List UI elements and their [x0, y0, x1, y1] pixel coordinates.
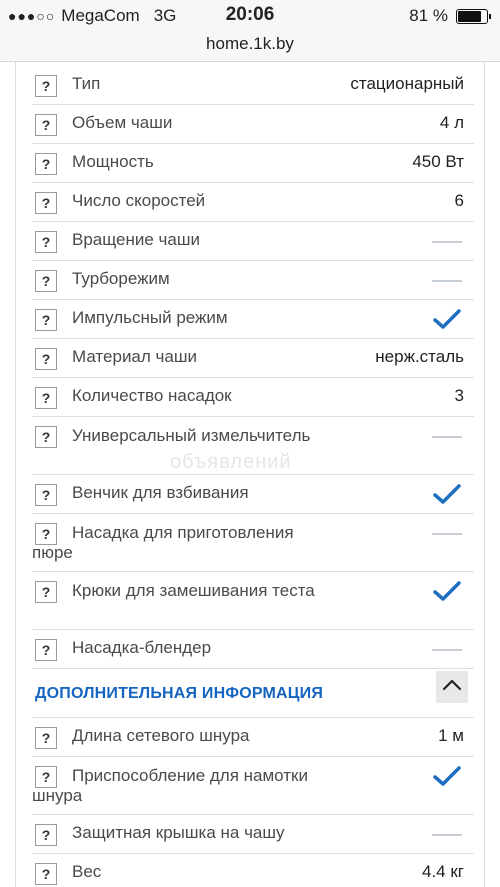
help-button[interactable]: ?	[35, 153, 57, 175]
address-bar[interactable]: home.1k.by	[0, 30, 500, 62]
help-button[interactable]: ?	[35, 727, 57, 749]
help-button[interactable]: ?	[35, 824, 57, 846]
spec-row: ? Материал чаши нерж.сталь	[32, 339, 474, 378]
spec-row: ? Венчик для взбивания	[32, 475, 474, 514]
spec-label: Тип	[72, 74, 101, 93]
help-button[interactable]: ?	[35, 231, 57, 253]
spec-label: Вращение чаши	[72, 230, 201, 249]
spec-label: Турборежим	[72, 269, 170, 288]
spec-label: Насадка-блендер	[72, 638, 212, 657]
spec-value: стационарный	[350, 74, 464, 93]
spec-label: Вес	[72, 862, 102, 881]
chevron-up-icon	[442, 679, 462, 691]
checkmark-icon	[433, 484, 461, 504]
section-header: ДОПОЛНИТЕЛЬНАЯ ИНФОРМАЦИЯ	[32, 669, 474, 718]
checkmark-icon	[433, 309, 461, 329]
spec-label: Число скоростей	[72, 191, 206, 210]
spec-label: Универсальный измельчитель	[72, 426, 311, 445]
right-border	[484, 62, 485, 887]
dash-icon	[432, 834, 462, 836]
spec-value: нерж.сталь	[375, 347, 464, 366]
spec-label: Насадка для приготовления пюре	[32, 523, 294, 562]
spec-label: Длина сетевого шнура	[72, 726, 250, 745]
spec-row: ? Мощность 450 Вт	[32, 144, 474, 183]
spec-value: 1 м	[438, 726, 464, 745]
help-button[interactable]: ?	[35, 639, 57, 661]
battery-icon	[456, 8, 491, 24]
help-button[interactable]: ?	[35, 270, 57, 292]
help-button[interactable]: ?	[35, 348, 57, 370]
help-button[interactable]: ?	[35, 114, 57, 136]
help-button[interactable]: ?	[35, 309, 57, 331]
spec-value: 3	[454, 386, 464, 405]
dash-icon	[432, 436, 462, 438]
help-button[interactable]: ?	[35, 75, 57, 97]
help-button[interactable]: ?	[35, 484, 57, 506]
status-right: 81 %	[409, 6, 491, 26]
battery-fill	[458, 10, 481, 22]
spec-row: ? Число скоростей 6	[32, 183, 474, 222]
spec-label: Венчик для взбивания	[72, 483, 249, 502]
dash-icon	[432, 533, 462, 535]
spec-label: Крюки для замешивания теста	[72, 581, 315, 600]
spec-label: Импульсный режим	[72, 308, 228, 327]
help-button[interactable]: ?	[35, 863, 57, 885]
spec-value: 450 Вт	[412, 152, 464, 171]
status-bar: ●●●○○ MegaCom 3G 20:06 81 %	[0, 0, 500, 30]
spec-row: ? Вращение чаши	[32, 222, 474, 261]
spec-value: 4.4 кг	[422, 862, 464, 881]
spec-row: ? Приспособление для намотки шнура	[32, 757, 474, 815]
spec-value: 6	[454, 191, 464, 210]
spec-list: ? Тип стационарный? Объем чаши 4 л? Мощность 4…	[32, 66, 474, 887]
page-content: объявлений ? Тип стационарный? Объем чаши 4 …	[0, 62, 500, 887]
checkmark-icon	[433, 766, 461, 786]
spec-row: ? Насадка-блендер	[32, 630, 474, 669]
section-title: ДОПОЛНИТЕЛЬНАЯ ИНФОРМАЦИЯ	[35, 685, 324, 702]
dash-icon	[432, 241, 462, 243]
spec-row: ? Объем чаши 4 л	[32, 105, 474, 144]
help-button[interactable]: ?	[35, 387, 57, 409]
collapse-section-button[interactable]	[436, 671, 468, 703]
spec-label: Объем чаши	[72, 113, 173, 132]
spec-row: ? Защитная крышка на чашу	[32, 815, 474, 854]
spec-row: ? Крюки для замешивания теста	[32, 572, 474, 630]
spec-value: 4 л	[439, 113, 464, 132]
spec-row: ? Универсальный измельчитель	[32, 417, 474, 475]
spec-label: Приспособление для намотки шнура	[32, 766, 308, 805]
checkmark-icon	[433, 581, 461, 601]
spec-row: ? Длина сетевого шнура 1 м	[32, 718, 474, 757]
spec-row: ? Насадка для приготовления пюре	[32, 514, 474, 572]
dash-icon	[432, 280, 462, 282]
spec-row: ? Количество насадок 3	[32, 378, 474, 417]
left-border	[15, 62, 16, 887]
battery-percent: 81 %	[409, 6, 448, 25]
spec-label: Материал чаши	[72, 347, 197, 366]
dash-icon	[432, 649, 462, 651]
help-button[interactable]: ?	[35, 192, 57, 214]
spec-row: ? Вес 4.4 кг	[32, 854, 474, 887]
spec-label: Количество насадок	[72, 386, 232, 405]
spec-row: ? Импульсный режим	[32, 300, 474, 339]
spec-row: ? Тип стационарный	[32, 66, 474, 105]
spec-row: ? Турборежим	[32, 261, 474, 300]
spec-label: Мощность	[72, 152, 154, 171]
spec-label: Защитная крышка на чашу	[72, 823, 285, 842]
